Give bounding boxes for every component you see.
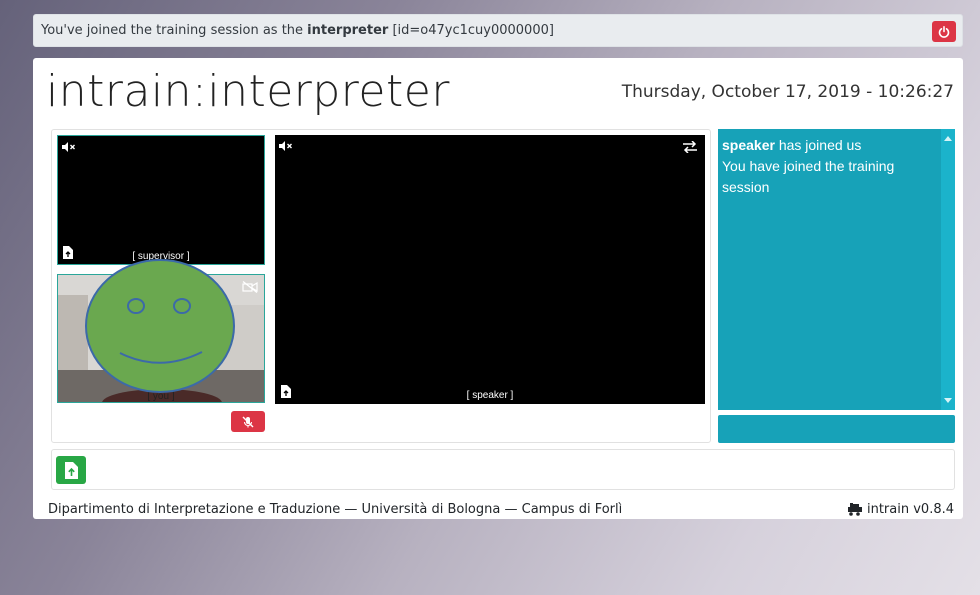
footer-version: intrain v0.8.4 xyxy=(847,502,954,517)
version-text: intrain v0.8.4 xyxy=(866,502,954,517)
session-role: interpreter xyxy=(307,23,389,38)
session-id: [id=o47yc1cuy0000000] xyxy=(392,23,554,38)
mute-icon[interactable] xyxy=(279,141,293,151)
session-info-bar: You've joined the training session as th… xyxy=(33,14,963,47)
chat-log: speaker has joined us You have joined th… xyxy=(718,129,955,410)
mute-icon[interactable] xyxy=(62,142,76,152)
mute-microphone-button[interactable] xyxy=(231,411,265,432)
train-icon xyxy=(847,503,862,516)
speaker-label: [ speaker ] xyxy=(466,390,514,401)
video-off-icon[interactable] xyxy=(242,281,258,293)
supervisor-video: [ supervisor ] xyxy=(57,135,265,265)
file-upload-icon xyxy=(64,461,78,479)
page-title: intrain:interpreter xyxy=(46,66,450,117)
power-icon xyxy=(938,25,950,38)
session-message-prefix: You've joined the training session as th… xyxy=(41,23,304,38)
chat-scrollbar[interactable] xyxy=(941,129,955,410)
scroll-down-icon[interactable] xyxy=(944,398,952,404)
microphone-slash-icon xyxy=(242,416,254,427)
upload-bar xyxy=(51,449,955,490)
chat-message: speaker has joined us xyxy=(722,137,862,153)
logout-button[interactable] xyxy=(932,21,956,42)
upload-file-button[interactable] xyxy=(56,456,86,484)
smiley-face-mask xyxy=(85,259,235,393)
scroll-up-icon[interactable] xyxy=(944,135,952,141)
chat-input[interactable] xyxy=(718,415,955,443)
speaker-video: [ speaker ] xyxy=(275,135,705,404)
main-panel: intrain:interpreter Thursday, October 17… xyxy=(33,58,963,519)
video-area: [ supervisor ] [ you ] [speaker] xyxy=(51,129,711,443)
chat-message: You have joined the training session xyxy=(722,158,895,195)
swap-icon[interactable] xyxy=(683,141,697,153)
session-message: You've joined the training session as th… xyxy=(41,23,554,38)
current-datetime: Thursday, October 17, 2019 - 10:26:27 xyxy=(621,82,954,102)
footer-institution: Dipartimento di Interpretazione e Traduz… xyxy=(48,502,623,517)
